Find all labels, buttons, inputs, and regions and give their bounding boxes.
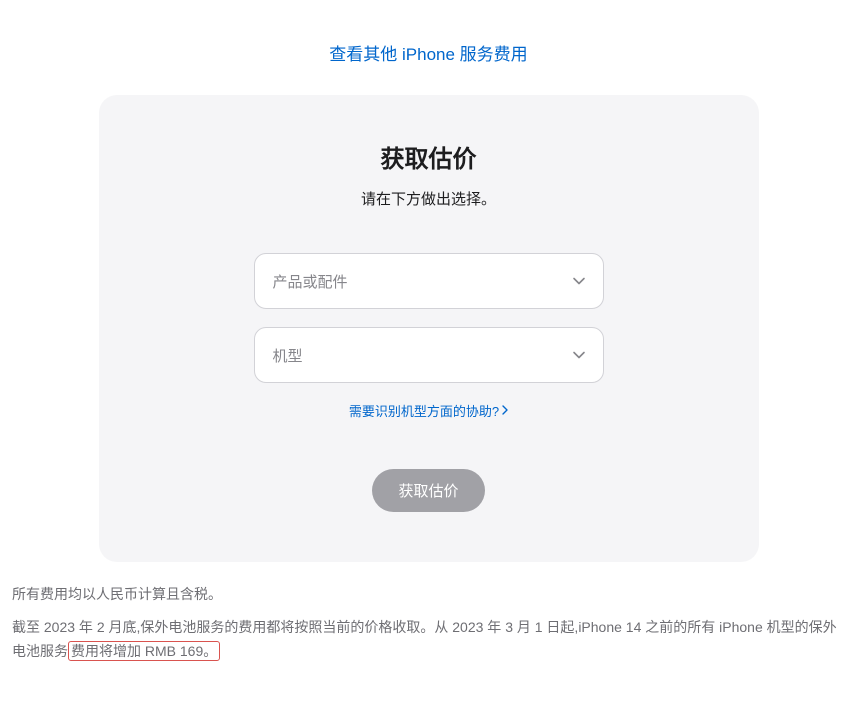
chevron-right-icon (502, 403, 508, 418)
other-services-link[interactable]: 查看其他 iPhone 服务费用 (329, 45, 527, 64)
model-select-wrap: 机型 (254, 327, 604, 383)
card-title: 获取估价 (139, 139, 719, 174)
product-select[interactable]: 产品或配件 (254, 253, 604, 309)
help-link-wrap: 需要识别机型方面的协助? (139, 401, 719, 421)
help-link-label: 需要识别机型方面的协助? (349, 401, 499, 420)
top-link-wrap: 查看其他 iPhone 服务费用 (12, 40, 845, 65)
footnote-price-change: 截至 2023 年 2 月底,保外电池服务的费用都将按照当前的价格收取。从 20… (12, 616, 845, 664)
identify-model-link[interactable]: 需要识别机型方面的协助? (349, 401, 508, 420)
product-select-placeholder: 产品或配件 (273, 271, 348, 292)
product-select-wrap: 产品或配件 (254, 253, 604, 309)
model-select-placeholder: 机型 (273, 345, 303, 366)
footnote-tax: 所有费用均以人民币计算且含税。 (12, 584, 845, 604)
get-estimate-button[interactable]: 获取估价 (372, 469, 484, 512)
highlighted-text: 费用将增加 RMB 169。 (68, 641, 220, 661)
model-select[interactable]: 机型 (254, 327, 604, 383)
estimate-card: 获取估价 请在下方做出选择。 产品或配件 机型 需要识别机型方面的协助? (99, 95, 759, 562)
card-subtitle: 请在下方做出选择。 (139, 188, 719, 209)
